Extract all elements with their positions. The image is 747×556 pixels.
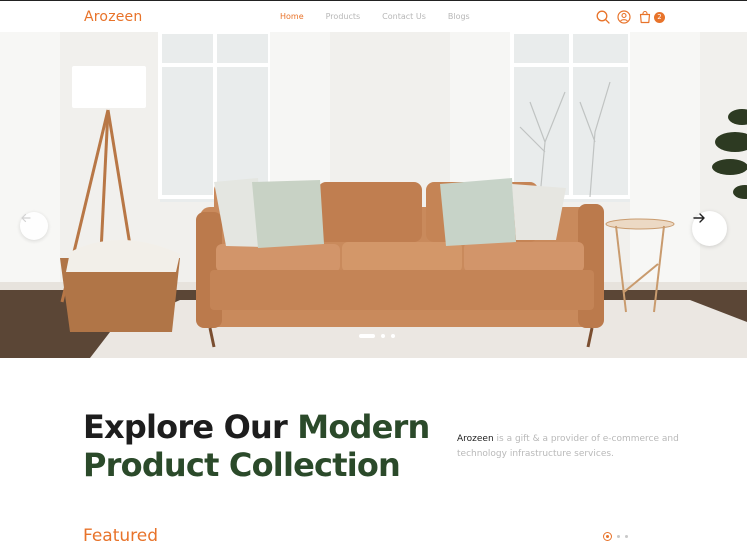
slider-dot[interactable]: [381, 334, 385, 338]
nav-contact-link[interactable]: Contact Us: [382, 12, 426, 21]
slider-next-button[interactable]: [692, 211, 727, 246]
slider-prev-button[interactable]: [20, 212, 48, 240]
cart-icon: [638, 10, 652, 24]
hero-slider: [0, 32, 747, 358]
slider-dot-active[interactable]: [359, 334, 375, 338]
main-nav: Home Products Contact Us Blogs: [280, 12, 492, 21]
slider-pagination: [359, 334, 395, 338]
nav-home-link[interactable]: Home: [280, 12, 304, 21]
user-icon[interactable]: [617, 10, 631, 24]
cart-button[interactable]: 2: [638, 10, 665, 24]
brand-logo[interactable]: Arozeen: [84, 9, 142, 25]
explore-heading-highlight: Modern: [297, 408, 430, 446]
hero-image: [0, 32, 747, 358]
featured-pagination: [603, 532, 628, 541]
header-actions: 2: [596, 10, 665, 24]
site-header: Arozeen Home Products Contact Us Blogs 2: [0, 0, 747, 32]
search-icon[interactable]: [596, 10, 610, 24]
featured-dot[interactable]: [625, 535, 628, 538]
nav-blogs-link[interactable]: Blogs: [448, 12, 470, 21]
explore-heading-part3: Product Collection: [83, 446, 401, 484]
about-brand: Arozeen: [457, 434, 494, 444]
featured-dot-active[interactable]: [603, 532, 612, 541]
explore-heading-part1: Explore Our: [83, 408, 298, 446]
featured-dot[interactable]: [617, 535, 620, 538]
explore-heading: Explore Our Modern Product Collection: [83, 408, 430, 484]
nav-products-link[interactable]: Products: [326, 12, 361, 21]
about-description: Arozeen is a gift & a provider of e-comm…: [457, 432, 687, 462]
cart-count-badge: 2: [654, 11, 665, 23]
slider-dot[interactable]: [391, 334, 395, 338]
featured-heading: Featured: [83, 526, 159, 546]
